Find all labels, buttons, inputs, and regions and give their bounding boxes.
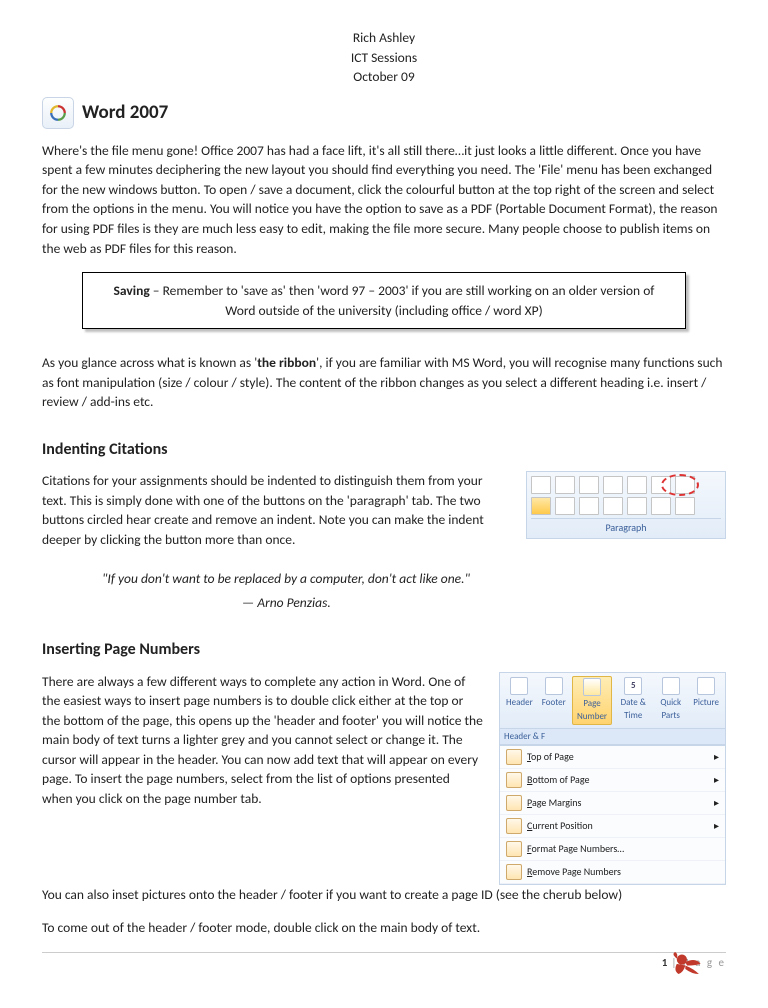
menu-bottom-of-page: Bottom of Page▸ xyxy=(500,769,725,792)
bullets-icon xyxy=(531,476,551,494)
align-left-icon xyxy=(531,497,551,515)
format-numbers-icon xyxy=(506,841,522,857)
menu-current-position: Current Position▸ xyxy=(500,815,725,838)
pagenum-para2: You can also inset pictures onto the hea… xyxy=(42,885,726,905)
align-center-icon xyxy=(555,497,575,515)
footer-icon xyxy=(545,677,563,695)
header-author: Rich Ashley xyxy=(42,28,726,48)
pagenum-heading: Inserting Page Numbers xyxy=(42,638,726,661)
footer-button: Footer xyxy=(539,676,569,725)
callout-text: – Remember to 'save as' then 'word 97 – … xyxy=(150,282,655,319)
date-time-icon: 5 xyxy=(624,677,642,695)
justify-icon xyxy=(603,497,623,515)
menu-page-margins: Page Margins▸ xyxy=(500,792,725,815)
cherub-icon xyxy=(670,948,704,978)
paragraph-group-label: Paragraph xyxy=(531,518,721,536)
pagenum-para3: To come out of the header / footer mode,… xyxy=(42,918,726,938)
quick-parts-button: Quick Parts xyxy=(654,676,687,725)
header-footer-group-label: Header & F xyxy=(500,729,725,745)
ribbon-pre: As you glance across what is known as ' xyxy=(42,354,257,371)
quote-author: — Arno Penzias. xyxy=(242,593,726,613)
menu-remove-page-numbers: Remove Page Numbers xyxy=(500,861,725,884)
picture-icon xyxy=(697,677,715,695)
header-date: October 09 xyxy=(42,67,726,87)
office-logo-icon xyxy=(42,97,74,129)
picture-button: Picture xyxy=(690,676,722,725)
line-spacing-icon xyxy=(627,497,647,515)
pagenum-para1: There are always a few different ways to… xyxy=(42,672,483,809)
multilevel-icon xyxy=(579,476,599,494)
align-right-icon xyxy=(579,497,599,515)
title-row: Word 2007 xyxy=(42,97,726,129)
paragraph-ribbon-figure: Paragraph xyxy=(526,471,726,539)
shading-icon xyxy=(651,497,671,515)
page-footer: 1| P a g e xyxy=(42,952,726,971)
ribbon-bold: the ribbon xyxy=(257,354,316,371)
date-time-button: 5Date & Time xyxy=(615,676,651,725)
indent-heading: Indenting Citations xyxy=(42,438,726,461)
page-top-icon xyxy=(506,749,522,765)
footer-page-number: 1 xyxy=(662,956,668,969)
indent-circle-annotation xyxy=(661,474,699,496)
page-bottom-icon xyxy=(506,772,522,788)
increase-indent-icon xyxy=(627,476,647,494)
saving-callout: Saving – Remember to 'save as' then 'wor… xyxy=(82,272,686,329)
page-number-menu: TTop of Pageop of Page▸ Bottom of Page▸ … xyxy=(500,745,725,884)
doc-header: Rich Ashley ICT Sessions October 09 xyxy=(42,28,726,87)
page-number-ribbon-figure: Header Footer Page Number 5Date & Time Q… xyxy=(499,672,726,885)
quote-text: "If you don't want to be replaced by a c… xyxy=(102,569,726,589)
callout-bold: Saving xyxy=(114,282,150,299)
page-margins-icon xyxy=(506,795,522,811)
menu-format-page-numbers: Format Page Numbers… xyxy=(500,838,725,861)
remove-numbers-icon xyxy=(506,864,522,880)
indent-paragraph: Citations for your assignments should be… xyxy=(42,471,510,549)
header-button: Header xyxy=(503,676,536,725)
borders-icon xyxy=(675,497,695,515)
page-number-button: Page Number xyxy=(572,676,613,725)
menu-top-of-page: TTop of Pageop of Page▸ xyxy=(500,746,725,769)
page-title: Word 2007 xyxy=(82,99,168,127)
header-series: ICT Sessions xyxy=(42,48,726,68)
numbering-icon xyxy=(555,476,575,494)
current-position-icon xyxy=(506,818,522,834)
page-number-icon xyxy=(583,678,601,696)
header-icon xyxy=(510,677,528,695)
ribbon-paragraph: As you glance across what is known as 't… xyxy=(42,353,726,412)
quick-parts-icon xyxy=(662,677,680,695)
intro-paragraph: Where's the file menu gone! Office 2007 … xyxy=(42,141,726,258)
decrease-indent-icon xyxy=(603,476,623,494)
